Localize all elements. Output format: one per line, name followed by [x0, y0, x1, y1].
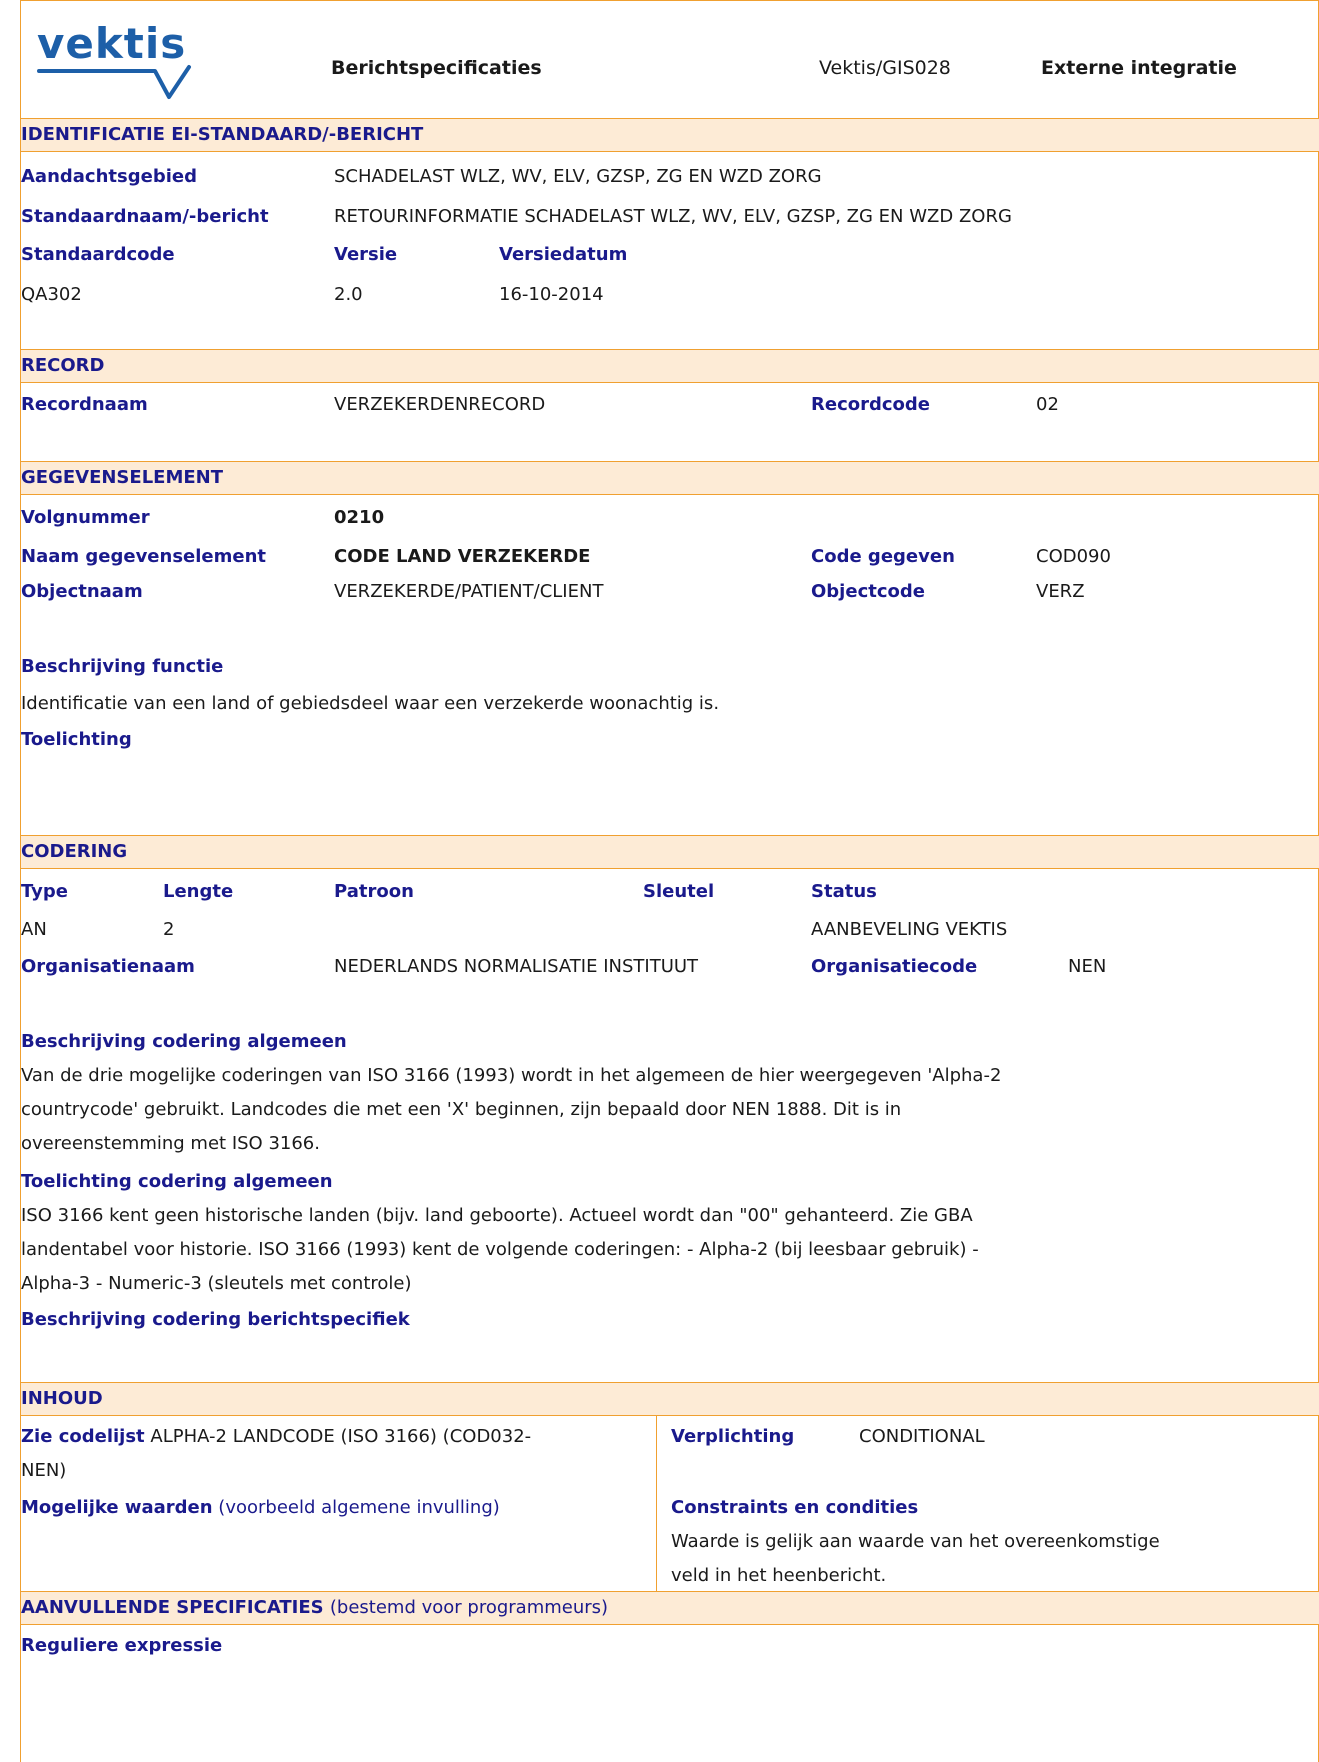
toelichting-codering-label: Toelichting codering algemeen	[21, 1171, 333, 1192]
section-heading: IDENTIFICATIE EI-STANDAARD/-BERICHT	[21, 124, 424, 145]
aanvullend-heading: AANVULLENDE SPECIFICATIES	[21, 1597, 324, 1618]
section-heading: INHOUD	[21, 1388, 103, 1409]
lengte-value: 2	[163, 919, 175, 940]
header-code: Vektis/GIS028	[819, 57, 951, 79]
naam-gegevenselement-value: CODE LAND VERZEKERDE	[334, 546, 591, 567]
type-value: AN	[21, 919, 47, 940]
section-inhoud: INHOUD	[21, 1382, 1319, 1416]
versiedatum-value: 16-10-2014	[499, 284, 604, 305]
reguliere-expressie-label: Reguliere expressie	[21, 1635, 223, 1656]
section-heading: CODERING	[21, 841, 128, 862]
constraints-label: Constraints en condities	[671, 1497, 919, 1518]
codelijst-value: ALPHA-2 LANDCODE (ISO 3166) (COD032-	[150, 1426, 532, 1447]
text-line: Waarde is gelijk aan waarde van het over…	[671, 1531, 1160, 1552]
specification-page: vektis Berichtspecificaties Vektis/GIS02…	[20, 0, 1319, 1762]
organisatienaam-value: NEDERLANDS NORMALISATIE INSTITUUT	[334, 956, 699, 977]
patroon-label: Patroon	[334, 881, 414, 902]
volgnummer-value: 0210	[334, 507, 385, 528]
beschrijving-functie-label: Beschrijving functie	[21, 656, 224, 677]
codelijst-label: Zie codelijst	[21, 1426, 145, 1447]
objectnaam-value: VERZEKERDE/PATIENT/CLIENT	[334, 581, 604, 602]
logo-swoosh-icon	[37, 65, 191, 99]
section-heading: RECORD	[21, 355, 105, 376]
code-gegeven-label: Code gegeven	[811, 546, 955, 567]
codelijst-line-1: Zie codelijst ALPHA-2 LANDCODE (ISO 3166…	[21, 1426, 531, 1447]
standaardnaam-label: Standaardnaam/-bericht	[21, 206, 269, 227]
beschrijving-codering-label: Beschrijving codering algemeen	[21, 1031, 347, 1052]
sleutel-label: Sleutel	[643, 881, 715, 902]
codelijst-line-2: NEN)	[21, 1460, 67, 1481]
mogelijke-waarden: Mogelijke waarden (voorbeeld algemene in…	[21, 1497, 500, 1518]
text-line: Van de drie mogelijke coderingen van ISO…	[21, 1065, 1002, 1086]
mogelijke-waarden-sub: (voorbeeld algemene invulling)	[218, 1497, 500, 1518]
section-codering: CODERING	[21, 835, 1319, 869]
section-heading: AANVULLENDE SPECIFICATIES (bestemd voor …	[21, 1597, 608, 1618]
organisatiecode-label: Organisatiecode	[811, 956, 978, 977]
versie-value: 2.0	[334, 284, 363, 305]
section-gegevenselement: GEGEVENSELEMENT	[21, 461, 1319, 495]
aanvullend-heading-sub: (bestemd voor programmeurs)	[329, 1597, 609, 1618]
recordcode-value: 02	[1036, 394, 1059, 415]
lengte-label: Lengte	[163, 881, 234, 902]
naam-gegevenselement-label: Naam gegevenselement	[21, 546, 267, 567]
header-title: Berichtspecificaties	[331, 57, 542, 79]
section-record: RECORD	[21, 349, 1319, 383]
type-label: Type	[21, 881, 68, 902]
versie-label: Versie	[334, 244, 398, 265]
status-value: AANBEVELING VEKTIS	[811, 919, 1008, 940]
page-header: vektis Berichtspecificaties Vektis/GIS02…	[21, 1, 1319, 119]
text-line: landentabel voor historie. ISO 3166 (199…	[21, 1239, 979, 1260]
codering-berichtspecifiek-label: Beschrijving codering berichtspecifiek	[21, 1309, 410, 1330]
standaardnaam-value: RETOURINFORMATIE SCHADELAST WLZ, WV, ELV…	[334, 206, 1012, 227]
organisatiecode-value: NEN	[1068, 956, 1107, 977]
toelichting-label: Toelichting	[21, 729, 132, 750]
objectcode-label: Objectcode	[811, 581, 925, 602]
section-identificatie: IDENTIFICATIE EI-STANDAARD/-BERICHT	[21, 118, 1319, 152]
beschrijving-codering-text: Van de drie mogelijke coderingen van ISO…	[21, 1059, 1311, 1161]
column-divider	[656, 1416, 657, 1592]
organisatienaam-label: Organisatienaam	[21, 956, 195, 977]
section-aanvullend: AANVULLENDE SPECIFICATIES (bestemd voor …	[21, 1591, 1319, 1625]
mogelijke-waarden-label: Mogelijke waarden	[21, 1497, 213, 1518]
versiedatum-label: Versiedatum	[499, 244, 628, 265]
constraints-text: Waarde is gelijk aan waarde van het over…	[671, 1525, 1311, 1593]
volgnummer-label: Volgnummer	[21, 507, 150, 528]
standaardcode-value: QA302	[21, 284, 82, 305]
vektis-logo: vektis	[37, 19, 192, 103]
recordcode-label: Recordcode	[811, 394, 930, 415]
section-heading: GEGEVENSELEMENT	[21, 467, 224, 488]
status-label: Status	[811, 881, 877, 902]
aandachtsgebied-label: Aandachtsgebied	[21, 166, 197, 187]
objectnaam-label: Objectnaam	[21, 581, 143, 602]
recordnaam-value: VERZEKERDENRECORD	[334, 394, 546, 415]
verplichting-value: CONDITIONAL	[859, 1426, 985, 1447]
text-line: veld in het heenbericht.	[671, 1565, 887, 1586]
text-line: countrycode' gebruikt. Landcodes die met…	[21, 1099, 902, 1120]
header-scope: Externe integratie	[1041, 57, 1237, 79]
code-gegeven-value: COD090	[1036, 546, 1111, 567]
objectcode-value: VERZ	[1036, 581, 1085, 602]
text-line: overeenstemming met ISO 3166.	[21, 1133, 320, 1154]
beschrijving-functie-value: Identificatie van een land of gebiedsdee…	[21, 693, 720, 714]
toelichting-codering-text: ISO 3166 kent geen historische landen (b…	[21, 1199, 1311, 1301]
verplichting-label: Verplichting	[671, 1426, 795, 1447]
recordnaam-label: Recordnaam	[21, 394, 148, 415]
aandachtsgebied-value: SCHADELAST WLZ, WV, ELV, GZSP, ZG EN WZD…	[334, 166, 822, 187]
standaardcode-label: Standaardcode	[21, 244, 175, 265]
text-line: Alpha-3 - Numeric-3 (sleutels met contro…	[21, 1273, 412, 1294]
text-line: ISO 3166 kent geen historische landen (b…	[21, 1205, 973, 1226]
